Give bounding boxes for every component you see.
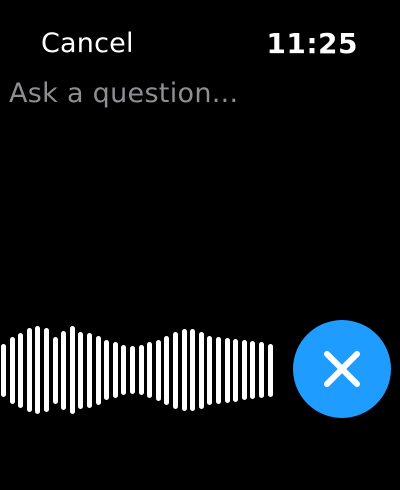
waveform-bar (147, 342, 152, 398)
question-prompt: Ask a question... (9, 78, 239, 109)
waveform-bar (225, 338, 230, 403)
waveform-bar (61, 331, 66, 410)
cancel-button[interactable]: Cancel (41, 28, 134, 60)
waveform-bar (173, 332, 178, 409)
waveform-bar (268, 344, 273, 397)
waveform-bar (130, 346, 135, 394)
waveform-bar (18, 333, 23, 408)
waveform-bar (104, 340, 109, 400)
waveform-bar (233, 339, 238, 402)
waveform-bar (242, 340, 247, 400)
waveform-bar (70, 326, 75, 414)
waveform-bar (96, 336, 101, 405)
waveform-bar (44, 328, 49, 412)
waveform-bar (139, 345, 144, 395)
waveform-bar (216, 337, 221, 404)
waveform-bar (250, 341, 255, 399)
close-button[interactable] (293, 320, 391, 418)
waveform-bar (121, 345, 126, 395)
waveform-bar (1, 344, 6, 397)
waveform-bar (10, 337, 15, 404)
status-bar: Cancel 11:25 (0, 0, 400, 70)
waveform-bar (164, 336, 169, 405)
waveform-bar (87, 333, 92, 408)
waveform-bar (78, 332, 83, 409)
waveform-bar (190, 329, 195, 411)
waveform-bar (53, 337, 58, 404)
waveform-bar (113, 342, 118, 398)
audio-waveform (0, 300, 290, 440)
waveform-bar (259, 342, 264, 398)
waveform-bar (35, 326, 40, 414)
waveform-bar (199, 332, 204, 409)
waveform-bar (27, 328, 32, 412)
clock-time: 11:25 (266, 27, 358, 60)
waveform-bar (156, 340, 161, 401)
close-icon (324, 351, 360, 387)
waveform-bar (182, 329, 187, 411)
waveform-bar (207, 336, 212, 405)
